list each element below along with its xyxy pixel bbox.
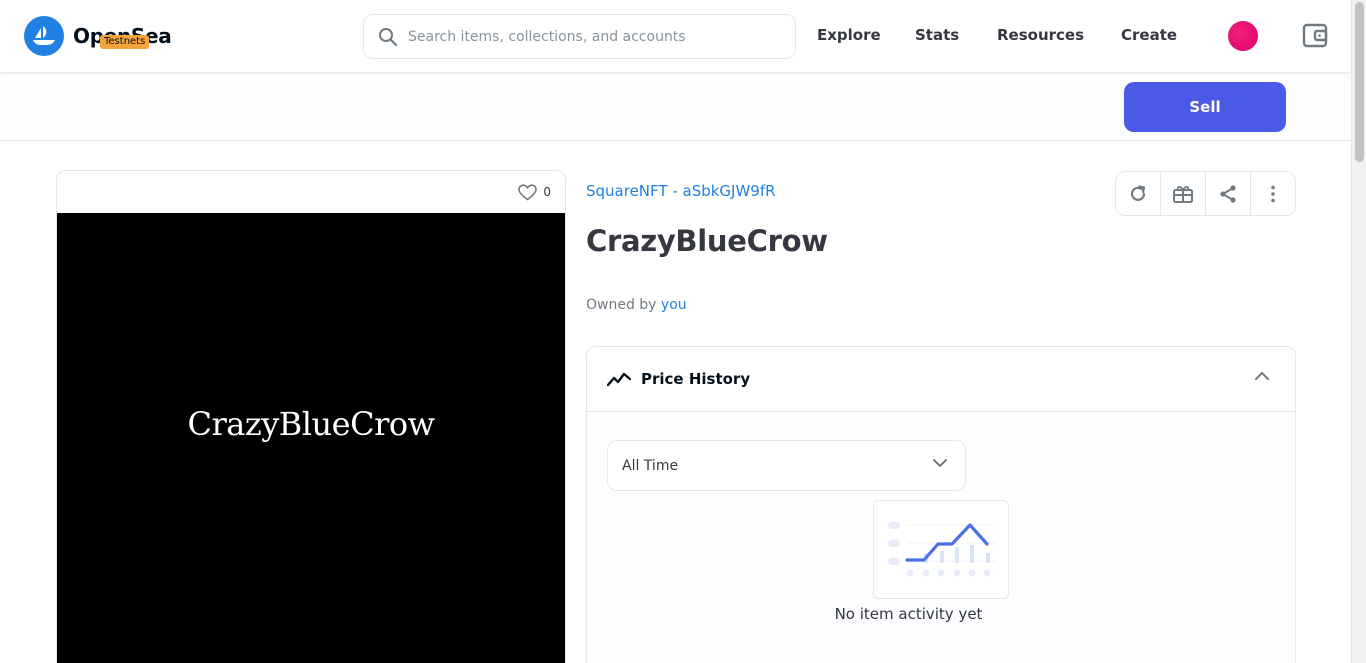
collection-link[interactable]: SquareNFT - aSbkGJW9fR: [586, 182, 776, 200]
scrollbar-thumb[interactable]: [1355, 2, 1364, 162]
chevron-down-icon: [933, 459, 947, 468]
nav-resources[interactable]: Resources: [997, 26, 1084, 44]
item-owner-actions-bar: Sell: [0, 72, 1351, 141]
item-image[interactable]: CrazyBlueCrow: [57, 213, 565, 663]
sell-button[interactable]: Sell: [1124, 82, 1286, 132]
opensea-logo[interactable]: OpenSea: [24, 16, 172, 56]
empty-activity-message-container: No item activity yet: [587, 605, 1295, 623]
owner-link[interactable]: you: [661, 297, 687, 313]
wallet-icon[interactable]: [1302, 22, 1329, 53]
favorite-count: 0: [543, 185, 551, 199]
refresh-metadata-button[interactable]: [1116, 172, 1161, 215]
refresh-icon: [1130, 184, 1146, 201]
nav-explore[interactable]: Explore: [817, 26, 881, 44]
owned-by: Owned by you: [586, 297, 687, 313]
media-card-header: 0: [57, 171, 565, 213]
time-range-select[interactable]: All Time: [607, 440, 966, 491]
more-vertical-icon: [1271, 185, 1275, 202]
nav-create[interactable]: Create: [1121, 26, 1177, 44]
nav-stats[interactable]: Stats: [915, 26, 959, 44]
share-button[interactable]: [1206, 172, 1251, 215]
item-media-card: 0 CrazyBlueCrow: [56, 170, 566, 663]
more-options-button[interactable]: [1251, 172, 1295, 215]
gift-icon: [1173, 185, 1193, 203]
opensea-boat-icon: [24, 16, 64, 56]
profile-avatar[interactable]: [1228, 21, 1258, 51]
price-history-panel: Price History All Time No item activity …: [586, 346, 1296, 663]
item-image-text: CrazyBlueCrow: [187, 405, 435, 443]
empty-activity-message: No item activity yet: [834, 605, 983, 623]
price-history-title: Price History: [641, 370, 751, 388]
heart-icon[interactable]: [518, 183, 538, 201]
top-navigation-bar: OpenSea Testnets Explore Stats Resources…: [0, 0, 1351, 72]
share-icon: [1220, 184, 1236, 203]
search-bar[interactable]: [363, 14, 796, 59]
testnets-badge: Testnets: [100, 35, 150, 49]
chevron-up-icon[interactable]: [1255, 371, 1269, 380]
page-scrollbar[interactable]: [1351, 0, 1366, 663]
price-history-header[interactable]: Price History: [587, 347, 1295, 412]
price-history-body: All Time No item activity yet: [587, 412, 1295, 663]
item-action-buttons: [1115, 171, 1296, 216]
search-icon: [379, 27, 398, 46]
search-input[interactable]: [408, 28, 778, 45]
trending-line-icon: [607, 372, 631, 387]
owned-by-label: Owned by: [586, 297, 657, 313]
transfer-gift-button[interactable]: [1161, 172, 1206, 215]
empty-chart-illustration: [873, 500, 1009, 599]
time-range-value: All Time: [622, 457, 679, 474]
item-title: CrazyBlueCrow: [586, 224, 828, 258]
